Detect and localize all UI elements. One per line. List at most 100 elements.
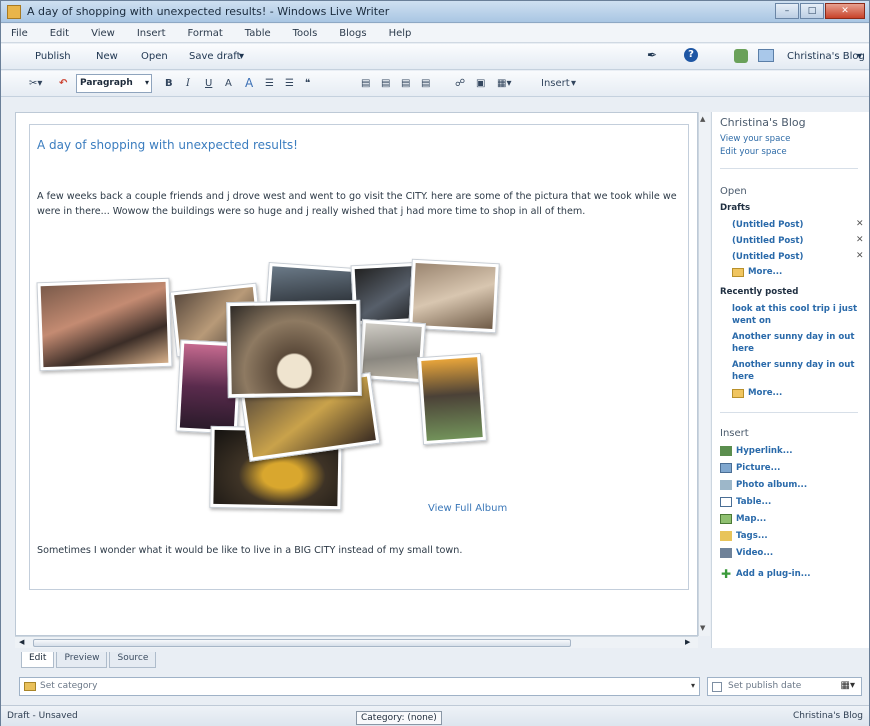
underline-button[interactable]: U (205, 78, 212, 89)
menu-edit[interactable]: Edit (50, 28, 69, 39)
post-title[interactable]: A day of shopping with unexpected result… (37, 138, 298, 152)
scroll-right-icon[interactable]: ▶ (685, 638, 690, 646)
remove-draft-icon[interactable]: ✕ (856, 251, 864, 261)
tab-preview[interactable]: Preview (56, 652, 108, 668)
insert-photo-album[interactable]: Photo album... (720, 480, 807, 490)
insert-table[interactable]: Table... (720, 497, 771, 507)
menu-blogs[interactable]: Blogs (339, 28, 366, 39)
draft-item[interactable]: (Untitled Post) (732, 236, 803, 246)
horizontal-scrollbar[interactable]: ◀ ▶ (15, 636, 698, 648)
category-field[interactable]: Set category ▾ (19, 677, 700, 696)
italic-button[interactable]: I (186, 78, 190, 89)
drafts-more-link[interactable]: More... (732, 267, 782, 277)
insert-video[interactable]: Video... (720, 548, 773, 558)
open-button[interactable]: Open (141, 51, 168, 62)
help-icon[interactable]: ? (684, 48, 698, 62)
view-full-album-link[interactable]: View Full Album (428, 503, 507, 514)
publish-date-checkbox[interactable] (712, 682, 722, 692)
paragraph-style-select[interactable]: Paragraph ▾ (76, 74, 152, 93)
tab-source[interactable]: Source (109, 652, 157, 668)
scroll-up-icon[interactable]: ▲ (700, 115, 705, 123)
blog-view-icon[interactable] (758, 49, 774, 62)
menu-table[interactable]: Table (245, 28, 271, 39)
menu-view[interactable]: View (91, 28, 115, 39)
minimize-button[interactable]: – (775, 3, 799, 19)
vertical-scrollbar[interactable]: ▲ ▼ (698, 112, 710, 636)
menu-help[interactable]: Help (389, 28, 412, 39)
view-your-space-link[interactable]: View your space (720, 134, 790, 144)
align-right-icon[interactable]: ▤ (401, 78, 410, 89)
font-color-button[interactable]: A (225, 78, 232, 89)
album-photo[interactable] (417, 352, 487, 446)
hyperlink-icon (720, 446, 732, 456)
picture-icon[interactable]: ▣ (476, 78, 485, 89)
justify-icon[interactable]: ▤ (421, 78, 430, 89)
title-bar: A day of shopping with unexpected result… (1, 1, 869, 23)
draft-item[interactable]: (Untitled Post) (732, 252, 803, 262)
insert-map[interactable]: Map... (720, 514, 766, 524)
new-button[interactable]: New (96, 51, 118, 62)
post-content[interactable]: A day of shopping with unexpected result… (29, 124, 689, 590)
menu-file[interactable]: File (11, 28, 28, 39)
blog-selector[interactable]: Christina's Blog (787, 51, 865, 62)
calendar-icon[interactable]: ▦▾ (841, 680, 855, 691)
chevron-down-icon[interactable]: ▾ (571, 78, 576, 89)
hyperlink-icon[interactable]: ☍ (455, 78, 465, 89)
insert-hyperlink[interactable]: Hyperlink... (720, 446, 793, 456)
open-heading: Open (720, 186, 747, 197)
album-photo[interactable] (36, 277, 173, 372)
insert-label: Add a plug-in... (736, 569, 811, 579)
add-plugin[interactable]: ✚ Add a plug-in... (720, 568, 811, 580)
remove-draft-icon[interactable]: ✕ (856, 219, 864, 229)
category-icon (24, 682, 36, 691)
menu-format[interactable]: Format (188, 28, 223, 39)
status-right: Christina's Blog (792, 711, 863, 721)
maximize-button[interactable]: □ (800, 3, 824, 19)
undo-icon[interactable]: ↶ (59, 78, 67, 89)
numbered-list-icon[interactable]: ☰ (265, 78, 274, 89)
bold-button[interactable]: B (165, 78, 173, 89)
remove-draft-icon[interactable]: ✕ (856, 235, 864, 245)
people-icon[interactable] (734, 49, 748, 63)
cut-icon[interactable]: ✂▾ (29, 78, 42, 89)
category-placeholder: Set category (40, 681, 98, 691)
post-body[interactable]: A few weeks back a couple friends and j … (37, 189, 687, 219)
insert-label: Map... (736, 514, 767, 524)
publish-button[interactable]: Publish (35, 51, 71, 62)
chevron-down-icon[interactable]: ▾ (857, 51, 862, 62)
align-center-icon[interactable]: ▤ (381, 78, 390, 89)
tab-edit[interactable]: Edit (21, 652, 55, 668)
scroll-down-icon[interactable]: ▼ (700, 624, 705, 632)
chevron-down-icon[interactable]: ▾ (239, 51, 244, 62)
scroll-thumb[interactable] (33, 639, 571, 647)
align-left-icon[interactable]: ▤ (361, 78, 370, 89)
publish-date-field[interactable]: Set publish date ▦▾ (707, 677, 862, 696)
tag-icon (720, 531, 732, 541)
recent-post-item[interactable]: Another sunny day in out here (732, 359, 860, 383)
insert-tags[interactable]: Tags... (720, 531, 768, 541)
editor-area[interactable]: A day of shopping with unexpected result… (15, 112, 698, 636)
blockquote-icon[interactable]: ❝ (305, 78, 310, 89)
chevron-down-icon[interactable]: ▾ (691, 681, 695, 690)
menu-tools[interactable]: Tools (293, 28, 318, 39)
post-footer-text[interactable]: Sometimes I wonder what it would be like… (37, 545, 462, 556)
font-size-button[interactable]: A (245, 76, 253, 90)
close-button[interactable]: ✕ (825, 3, 865, 19)
save-draft-button[interactable]: Save draft (189, 51, 241, 62)
bulleted-list-icon[interactable]: ☰ (285, 78, 294, 89)
publish-date-label: Set publish date (728, 681, 802, 691)
edit-your-space-link[interactable]: Edit your space (720, 147, 787, 157)
pen-icon[interactable]: ✒ (647, 48, 657, 62)
window-controls: – □ ✕ (774, 3, 865, 20)
recent-post-item[interactable]: Another sunny day in out here (732, 331, 860, 355)
main-toolbar: Publish New Open Save draft ▾ ✒ ? Christ… (1, 44, 869, 70)
recent-post-item[interactable]: look at this cool trip i just went on (732, 303, 860, 327)
scroll-left-icon[interactable]: ◀ (19, 638, 24, 646)
insert-picture[interactable]: Picture... (720, 463, 780, 473)
insert-menu[interactable]: Insert (541, 78, 570, 89)
menu-insert[interactable]: Insert (137, 28, 166, 39)
album-photo[interactable] (226, 299, 362, 399)
recent-more-link[interactable]: More... (732, 388, 782, 398)
draft-item[interactable]: (Untitled Post) (732, 220, 803, 230)
table-icon[interactable]: ▦▾ (497, 78, 511, 89)
